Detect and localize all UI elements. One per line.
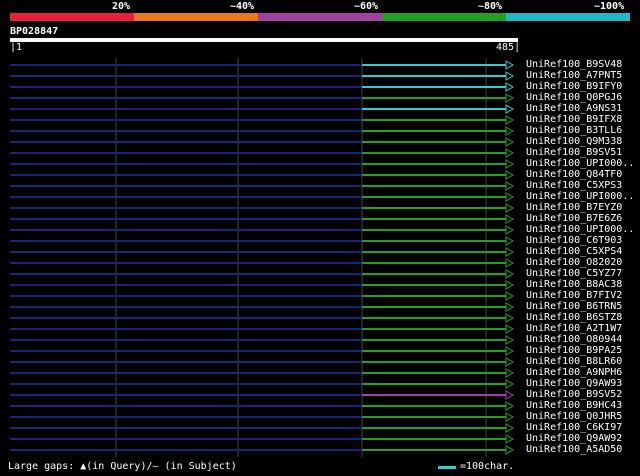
- hit-arrow-head: [505, 82, 515, 92]
- hit-arrow-head: [505, 390, 515, 400]
- hit-arrow-head: [505, 291, 515, 301]
- hit-arrow-head: [505, 60, 515, 70]
- gaps-legend: Large gaps: ▲(in Query)/– (in Subject): [8, 461, 237, 472]
- hit-label[interactable]: UniRef100_B7EYZ0: [526, 202, 622, 213]
- hit-arrow-head: [505, 203, 515, 213]
- hit-label[interactable]: UniRef100_B9IFY0: [526, 81, 622, 92]
- hit-label[interactable]: UniRef100_C5YZ77: [526, 268, 622, 279]
- hit-arrow-head: [505, 104, 515, 114]
- hit-arrow-head: [505, 236, 515, 246]
- hit-label[interactable]: UniRef100_Q9AW93: [526, 378, 622, 389]
- hit-label[interactable]: UniRef100_C6T903: [526, 235, 622, 246]
- hit-label[interactable]: UniRef100_A5AD50: [526, 444, 622, 455]
- hit-arrow-head: [505, 280, 515, 290]
- hit-label[interactable]: UniRef100_B7FIV2: [526, 290, 622, 301]
- hit-arrow-head: [505, 225, 515, 235]
- hit-arrow-head: [505, 192, 515, 202]
- hit-label[interactable]: UniRef100_B8AC38: [526, 279, 622, 290]
- hit-label[interactable]: UniRef100_B7E6Z6: [526, 213, 622, 224]
- hit-arrow-head: [505, 258, 515, 268]
- hit-label[interactable]: UniRef100_O80944: [526, 334, 622, 345]
- hit-arrow-head: [505, 170, 515, 180]
- hit-label[interactable]: UniRef100_B6STZ8: [526, 312, 622, 323]
- hit-label[interactable]: UniRef100_B8LR60: [526, 356, 622, 367]
- hit-label[interactable]: UniRef100_Q0JHR5: [526, 411, 622, 422]
- hit-label[interactable]: UniRef100_C5XPS3: [526, 180, 622, 191]
- hit-label[interactable]: UniRef100_A9NS31: [526, 103, 622, 114]
- hit-arrow-head: [505, 346, 515, 356]
- hit-label[interactable]: UniRef100_B9PA25: [526, 345, 622, 356]
- hit-label[interactable]: UniRef100_A7PNT5: [526, 70, 622, 81]
- hit-label[interactable]: UniRef100_B9IFX8: [526, 114, 622, 125]
- hit-arrow-head: [505, 71, 515, 81]
- hit-arrow-head: [505, 159, 515, 169]
- hit-label[interactable]: UniRef100_C5XPS4: [526, 246, 622, 257]
- hit-arrow-head: [505, 214, 515, 224]
- hit-label[interactable]: UniRef100_Q84TF0: [526, 169, 622, 180]
- hit-label[interactable]: UniRef100_B9SV51: [526, 147, 622, 158]
- hit-label[interactable]: UniRef100_B9SV48: [526, 59, 622, 70]
- hit-arrow-head: [505, 181, 515, 191]
- hit-arrow-head: [505, 137, 515, 147]
- hit-label[interactable]: UniRef100_O82020: [526, 257, 622, 268]
- hit-label[interactable]: UniRef100_B6TRN5: [526, 301, 622, 312]
- scale-label: =100char.: [460, 461, 515, 472]
- hit-label[interactable]: UniRef100_UPI000..: [526, 224, 634, 235]
- hit-arrow-head: [505, 412, 515, 422]
- hit-arrow-head: [505, 368, 515, 378]
- hit-arrow-head: [505, 302, 515, 312]
- hit-arrow-head: [505, 423, 515, 433]
- hit-label[interactable]: UniRef100_Q0PGJ6: [526, 92, 622, 103]
- scale-swatch: [438, 466, 456, 469]
- hit-label[interactable]: UniRef100_B9SV52: [526, 389, 622, 400]
- hit-label[interactable]: UniRef100_UPI000..: [526, 191, 634, 202]
- hit-label[interactable]: UniRef100_A2T1W7: [526, 323, 622, 334]
- hit-label[interactable]: UniRef100_UPI000..: [526, 158, 634, 169]
- hit-arrow-head: [505, 115, 515, 125]
- hit-arrow-head: [505, 324, 515, 334]
- hit-arrow-head: [505, 401, 515, 411]
- hit-arrow-head: [505, 379, 515, 389]
- hit-arrow-head: [505, 335, 515, 345]
- hit-arrow-head: [505, 313, 515, 323]
- hit-label[interactable]: UniRef100_C6KI97: [526, 422, 622, 433]
- hit-arrow-head: [505, 126, 515, 136]
- hit-arrow-head: [505, 357, 515, 367]
- hit-label[interactable]: UniRef100_A9NPH6: [526, 367, 622, 378]
- hit-arrow-head: [505, 93, 515, 103]
- hit-arrow-head: [505, 434, 515, 444]
- hit-arrow-head: [505, 247, 515, 257]
- hit-arrow-head: [505, 445, 515, 455]
- hit-label[interactable]: UniRef100_B9HC43: [526, 400, 622, 411]
- hit-label[interactable]: UniRef100_B3TLL6: [526, 125, 622, 136]
- hit-arrow-head: [505, 269, 515, 279]
- hit-label[interactable]: UniRef100_Q9AW92: [526, 433, 622, 444]
- hit-label[interactable]: UniRef100_Q9M338: [526, 136, 622, 147]
- hit-arrow-head: [505, 148, 515, 158]
